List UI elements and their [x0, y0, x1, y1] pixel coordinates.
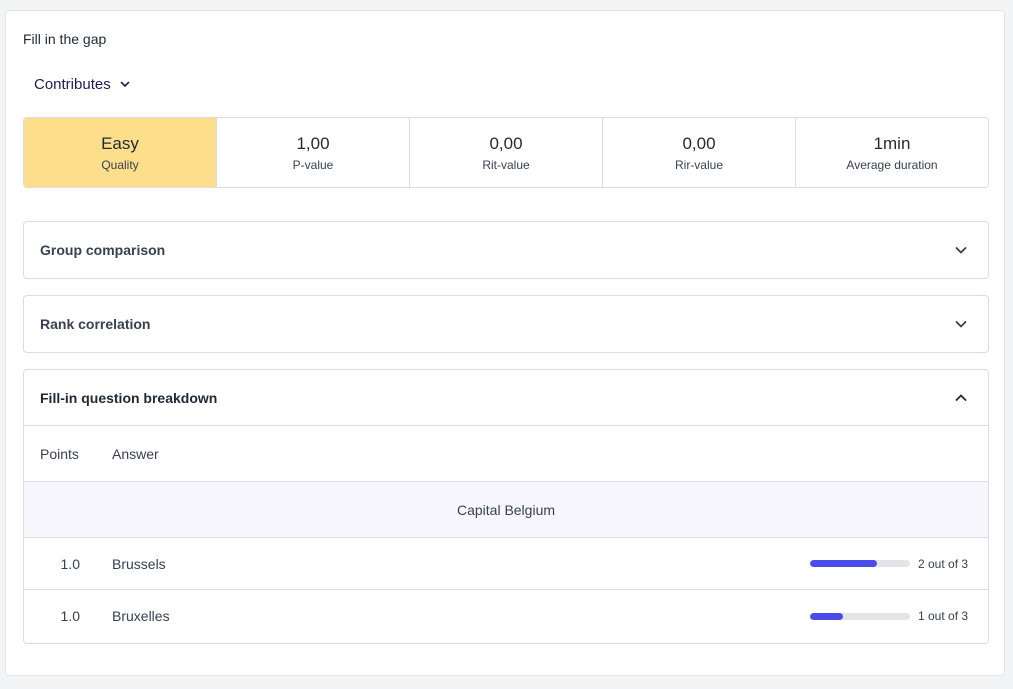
stat-value: Easy	[101, 134, 139, 153]
stat-label: Average duration	[846, 158, 938, 172]
answer-frequency: 1 out of 3	[810, 609, 988, 623]
chevron-down-icon	[955, 247, 967, 254]
rank-correlation-section: Rank correlation	[23, 295, 989, 353]
stat-label: Rit-value	[482, 158, 530, 172]
section-title: Rank correlation	[40, 316, 151, 332]
chevron-down-icon	[120, 81, 130, 87]
section-title: Fill-in question breakdown	[40, 389, 218, 406]
group-comparison-section: Group comparison	[23, 221, 989, 279]
stat-value: 1,00	[296, 134, 330, 153]
chevron-up-icon	[955, 394, 967, 401]
group-comparison-toggle[interactable]: Group comparison	[24, 222, 988, 278]
answer-column-header: Answer	[112, 445, 159, 462]
points-column-header: Points	[40, 445, 79, 462]
rank-correlation-toggle[interactable]: Rank correlation	[24, 296, 988, 352]
frequency-count: 2 out of 3	[918, 556, 969, 571]
stat-label: Quality	[101, 158, 139, 172]
frequency-bar	[810, 612, 910, 620]
frequency-bar-fill	[810, 560, 877, 567]
item-analysis-card: Fill in the gap Contributes Easy Quality…	[5, 10, 1005, 676]
stat-value: 1min	[873, 134, 911, 153]
stat-p-value: 1,00 P-value	[216, 118, 409, 187]
answer-points: 1.0	[60, 608, 80, 624]
stat-rir-value: 0,00 Rir-value	[602, 118, 795, 187]
stat-label: Rir-value	[674, 158, 723, 172]
fill-in-breakdown-toggle[interactable]: Fill-in question breakdown	[24, 370, 988, 426]
frequency-bar	[810, 560, 910, 567]
gap-group-row: Capital Belgium	[24, 482, 988, 538]
stat-quality: Easy Quality	[24, 118, 216, 187]
breakdown-table-header: Points Answer	[24, 426, 988, 482]
table-row: 1.0 Bruxelles 1 out of 3	[24, 590, 988, 642]
contributes-dropdown[interactable]: Contributes	[34, 74, 131, 94]
answer-frequency: 2 out of 3	[810, 557, 988, 571]
question-type-title: Fill in the gap	[23, 31, 107, 47]
answer-text: Brussels	[112, 555, 166, 572]
fill-in-breakdown-section: Fill-in question breakdown Points Answer…	[23, 369, 989, 644]
stat-rit-value: 0,00 Rit-value	[409, 118, 602, 187]
stat-value: 0,00	[489, 134, 523, 153]
answer-text: Bruxelles	[112, 608, 170, 624]
stat-average-duration: 1min Average duration	[795, 118, 988, 187]
frequency-bar-fill	[810, 612, 844, 620]
contributes-label: Contributes	[34, 75, 111, 93]
chevron-down-icon	[955, 321, 967, 328]
table-row: 1.0 Brussels 2 out of 3	[24, 538, 988, 590]
frequency-count: 1 out of 3	[918, 609, 969, 623]
stat-value: 0,00	[682, 134, 716, 153]
stat-label: P-value	[292, 158, 334, 172]
answer-points: 1.0	[60, 555, 80, 572]
section-title: Group comparison	[40, 242, 166, 258]
statistics-bar: Easy Quality 1,00 P-value 0,00 Rit-value…	[23, 117, 989, 188]
gap-group-label: Capital Belgium	[456, 501, 556, 518]
